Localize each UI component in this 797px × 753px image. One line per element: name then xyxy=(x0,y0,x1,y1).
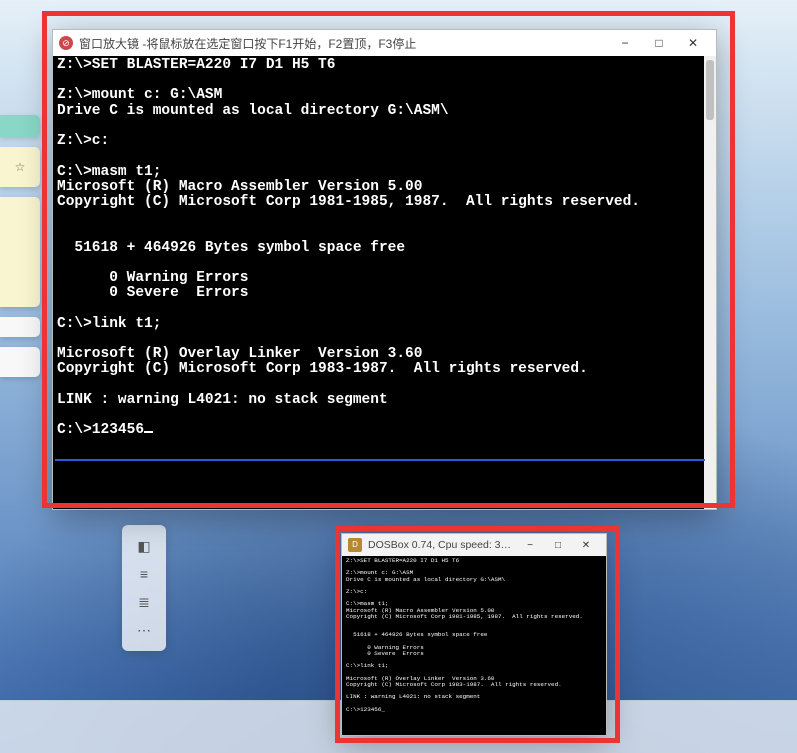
list-icon[interactable]: ≣ xyxy=(130,589,158,615)
scrollbar-thumb[interactable] xyxy=(706,60,714,120)
maximize-button[interactable]: □ xyxy=(642,30,676,56)
dosbox-icon: D xyxy=(348,538,362,552)
minimize-button[interactable]: − xyxy=(608,30,642,56)
widget-peek xyxy=(0,115,40,137)
floating-toolbar: ◧ ≡ ≣ ⋯ xyxy=(122,525,166,651)
vertical-scrollbar[interactable] xyxy=(704,56,716,509)
widget-peek xyxy=(0,147,40,187)
ellipsis-icon[interactable]: ⋯ xyxy=(130,617,158,643)
rows-icon[interactable]: ≡ xyxy=(130,561,158,587)
window-title: 窗口放大镜 -将鼠标放在选定窗口按下F1开始，F2置顶，F3停止 xyxy=(79,35,608,52)
app-icon: ⊘ xyxy=(59,36,73,50)
dosbox-window[interactable]: D DOSBox 0.74, Cpu speed: 3000 ... − □ ✕… xyxy=(341,533,607,736)
window-title: DOSBox 0.74, Cpu speed: 3000 ... xyxy=(368,539,516,551)
highlight-line xyxy=(55,459,705,461)
titlebar[interactable]: ⊘ 窗口放大镜 -将鼠标放在选定窗口按下F1开始，F2置顶，F3停止 − □ ✕ xyxy=(53,30,716,56)
titlebar[interactable]: D DOSBox 0.74, Cpu speed: 3000 ... − □ ✕ xyxy=(342,534,606,556)
dosbox-terminal-output: Z:\>SET BLASTER=A220 I7 D1 H5 T6 Z:\>mou… xyxy=(342,556,606,735)
widget-peek xyxy=(0,197,40,307)
columns-icon[interactable]: ◧ xyxy=(130,533,158,559)
widget-peek xyxy=(0,347,40,377)
close-button[interactable]: ✕ xyxy=(572,534,600,556)
magnified-terminal-output: Z:\>SET BLASTER=A220 I7 D1 H5 T6 Z:\>mou… xyxy=(53,56,716,509)
minimize-button[interactable]: − xyxy=(516,534,544,556)
desktop-widget-strip xyxy=(0,115,40,387)
maximize-button[interactable]: □ xyxy=(544,534,572,556)
widget-peek xyxy=(0,317,40,337)
magnifier-window[interactable]: ⊘ 窗口放大镜 -将鼠标放在选定窗口按下F1开始，F2置顶，F3停止 − □ ✕… xyxy=(52,29,717,510)
close-button[interactable]: ✕ xyxy=(676,30,710,56)
